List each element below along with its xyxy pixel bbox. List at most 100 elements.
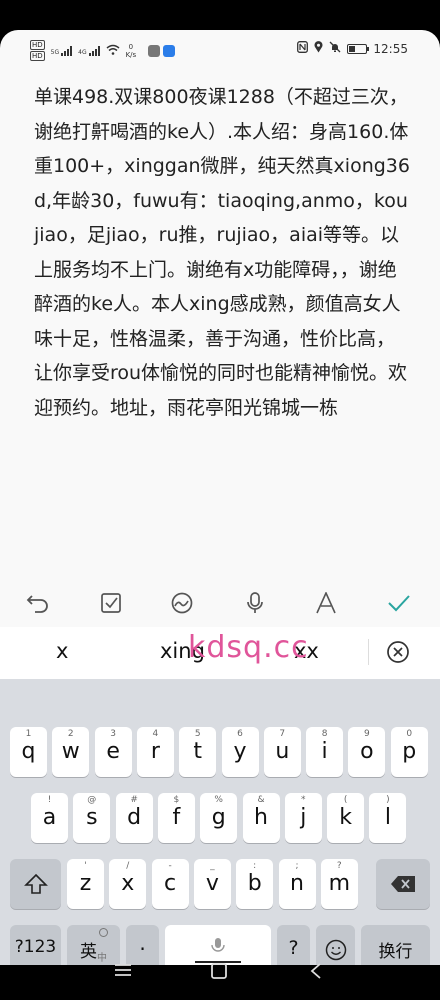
key-v[interactable]: _ v (193, 859, 231, 909)
note-editor[interactable]: 单课498.双课800夜课1288（不超过三次，谢绝打鼾喝酒的ke人）.本人绍：… (34, 80, 410, 425)
undo-button[interactable] (21, 587, 55, 619)
key-letter: j (300, 805, 307, 830)
key-letter: l (384, 805, 391, 830)
sketch-button[interactable] (165, 587, 199, 619)
microphone-icon (247, 592, 263, 613)
home-button[interactable] (210, 962, 228, 984)
key-hint: 0 (406, 729, 413, 739)
key-i[interactable]: 8i (306, 727, 344, 777)
key-hint: ! (47, 795, 52, 805)
text-format-button[interactable] (309, 587, 343, 619)
key-hint: / (126, 861, 130, 871)
key-l[interactable]: ) l (369, 793, 407, 843)
mute-icon (329, 41, 341, 56)
key-letter: f (172, 805, 181, 830)
key-hint: - (168, 861, 172, 871)
key-letter: n (290, 871, 304, 896)
key-letter: m (328, 871, 351, 896)
key-h[interactable]: & h (242, 793, 280, 843)
key-letter: y (233, 739, 247, 764)
undo-icon (26, 595, 48, 613)
menu-icon (115, 964, 131, 976)
key-hint: ? (336, 861, 342, 871)
key-hint: ( (343, 795, 348, 805)
hd-badge: HD (30, 40, 45, 50)
battery-icon (347, 43, 370, 54)
key-w[interactable]: 2w (52, 727, 90, 777)
suggestion-item[interactable]: x (56, 639, 68, 663)
key-b[interactable]: :b (236, 859, 274, 909)
navigation-bar (0, 950, 440, 1000)
key-d[interactable]: # d (115, 793, 153, 843)
key-j[interactable]: * j (284, 793, 322, 843)
signal-icon: 5G (51, 45, 73, 56)
key-hint: 4 (152, 729, 159, 739)
clear-suggestions-button[interactable] (386, 640, 410, 668)
key-letter: h (254, 805, 268, 830)
backspace-key[interactable] (376, 859, 430, 909)
key-m[interactable]: ? m (320, 859, 358, 909)
key-s[interactable]: @ s (73, 793, 111, 843)
key-p[interactable]: 0p (390, 727, 428, 777)
key-hint: $ (173, 795, 180, 805)
key-q[interactable]: 1q (10, 727, 47, 777)
checklist-button[interactable] (94, 587, 128, 619)
home-icon (211, 963, 227, 979)
notes-screen: HD HD 5G 4G 0 K/s 12:55 单课498.双课800夜课128… (0, 30, 440, 965)
recents-button[interactable] (114, 962, 132, 982)
back-button[interactable] (309, 962, 323, 984)
key-letter: q (21, 739, 36, 764)
key-letter: x (121, 871, 135, 896)
key-a[interactable]: ! a (31, 793, 68, 843)
suggestion-divider (368, 639, 369, 665)
key-t[interactable]: 5t (179, 727, 217, 777)
key-k[interactable]: (k (327, 793, 365, 843)
voice-input-button[interactable] (238, 587, 272, 619)
key-letter: z (79, 871, 92, 896)
shift-key[interactable] (10, 859, 61, 909)
key-hint: * (301, 795, 306, 805)
key-z[interactable]: ' z (67, 859, 104, 909)
key-r[interactable]: 4r (136, 727, 174, 777)
key-hint: ' (84, 861, 87, 871)
phone-frame: HD HD 5G 4G 0 K/s 12:55 单课498.双课800夜课128… (0, 0, 440, 1000)
key-e[interactable]: 3e (94, 727, 132, 777)
key-y[interactable]: 6y (221, 727, 259, 777)
watermark: kdsq.cc (188, 630, 309, 665)
check-icon (388, 595, 410, 612)
key-hint: 2 (67, 729, 74, 739)
done-button[interactable] (382, 587, 416, 619)
key-letter: d (127, 805, 142, 830)
net-speed-value: 0 (128, 42, 134, 51)
key-n[interactable]: ; n (278, 859, 316, 909)
notification-icons (148, 44, 176, 57)
hd-indicators: HD HD (30, 40, 45, 61)
key-letter: k (339, 805, 352, 830)
key-letter: e (106, 739, 120, 764)
key-hint: & (257, 795, 265, 805)
key-x[interactable]: / x (109, 859, 147, 909)
key-hint: ) (386, 795, 390, 805)
key-letter: b (247, 871, 262, 896)
net-speed-unit: K/s (125, 50, 137, 59)
app-notification-icon (163, 44, 176, 57)
back-icon (310, 963, 321, 979)
key-letter: t (193, 739, 202, 764)
key-hint: ; (295, 861, 299, 871)
close-circle-icon (387, 641, 409, 663)
key-c[interactable]: -c (151, 859, 189, 909)
nfc-icon (297, 41, 309, 56)
key-letter: o (360, 739, 374, 764)
key-hint: : (253, 861, 257, 871)
key-f[interactable]: $ f (157, 793, 195, 843)
key-g[interactable]: % g (200, 793, 238, 843)
wechat-icon (148, 44, 161, 57)
sketch-icon (171, 592, 193, 614)
hd-badge: HD (30, 51, 45, 61)
shift-icon (23, 873, 48, 894)
checklist-icon (101, 593, 121, 613)
key-hint: 3 (110, 729, 116, 739)
key-letter: i (321, 739, 328, 764)
key-u[interactable]: 7u (263, 727, 301, 777)
key-o[interactable]: 9o (348, 727, 386, 777)
